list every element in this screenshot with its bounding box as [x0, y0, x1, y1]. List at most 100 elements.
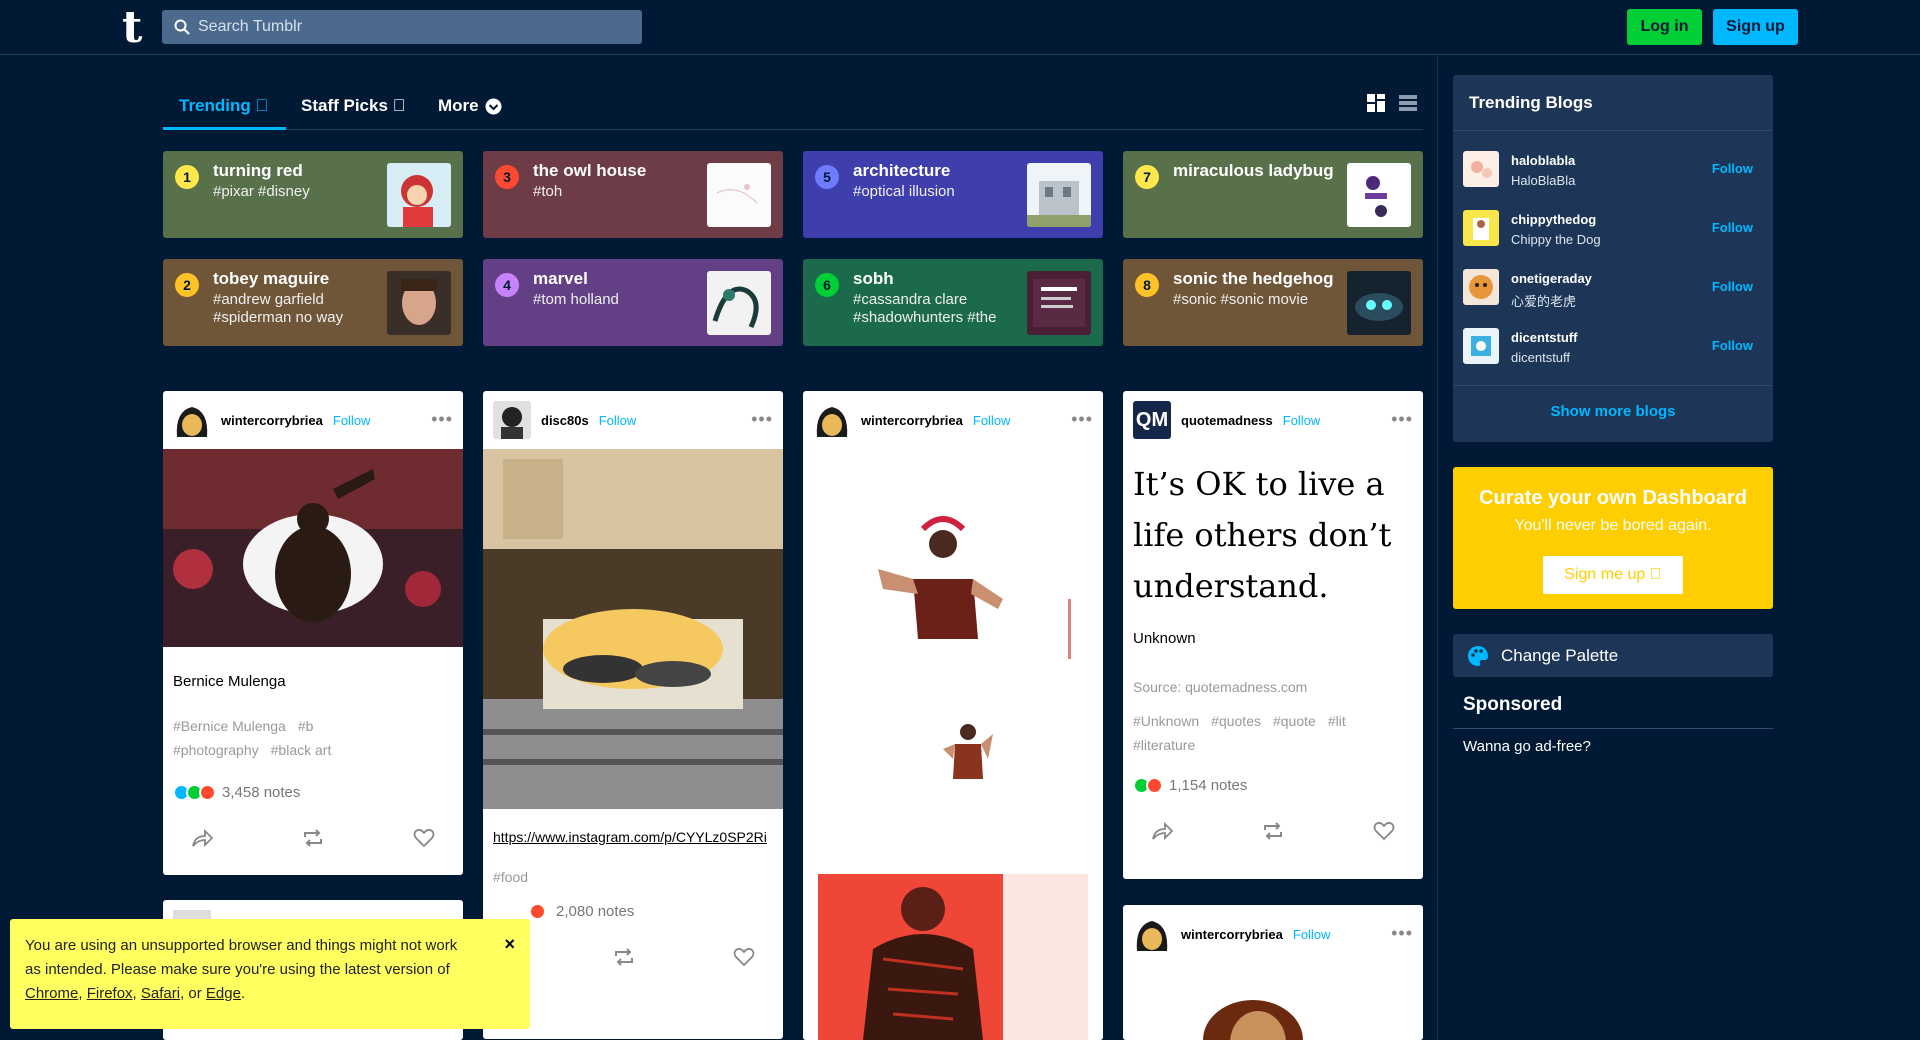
list-view-icon[interactable]	[1399, 94, 1417, 112]
follow-button[interactable]: Follow	[1293, 927, 1331, 942]
reblog-icon[interactable]	[613, 947, 635, 967]
avatar[interactable]	[493, 401, 531, 439]
tab-trending[interactable]: Trending ⃞	[179, 96, 268, 116]
trend-card-5[interactable]: 5 architecture #optical illusion	[803, 151, 1103, 238]
sign-me-up-button[interactable]: Sign me up ⃞	[1543, 556, 1683, 594]
follow-button[interactable]: Follow	[1712, 279, 1753, 294]
edge-link[interactable]: Edge	[206, 985, 241, 1002]
trend-card-4[interactable]: 4 marvel #tom holland	[483, 259, 783, 346]
tag[interactable]: #quote	[1273, 713, 1316, 729]
tumblr-logo[interactable]: t	[122, 6, 142, 50]
follow-button[interactable]: Follow	[1712, 220, 1753, 235]
like-icon[interactable]	[413, 828, 435, 848]
separator: ,	[78, 985, 87, 1002]
search-input[interactable]: Search Tumblr	[162, 10, 642, 44]
post-link[interactable]: https://www.instagram.com/p/CYYLz0SP2Ri	[483, 825, 783, 849]
like-icon[interactable]	[733, 947, 755, 967]
more-options-icon[interactable]: •••	[751, 409, 773, 430]
tag[interactable]: #b	[298, 718, 314, 734]
post-username[interactable]: wintercorrybriea	[221, 413, 323, 428]
signup-button[interactable]: Sign up	[1713, 9, 1798, 45]
tag[interactable]: #Bernice Mulenga	[173, 718, 286, 734]
tab-more-label: More	[438, 96, 479, 115]
avatar[interactable]	[1463, 328, 1499, 364]
firefox-link[interactable]: Firefox	[87, 985, 133, 1002]
post-tags: #Bernice Mulenga #b #photography #black ar…	[163, 714, 463, 762]
ad-free-link[interactable]: Wanna go ad-free?	[1463, 738, 1591, 755]
follow-button[interactable]: Follow	[1712, 338, 1753, 353]
reblog-icon[interactable]	[302, 828, 324, 848]
rank-badge: 3	[495, 165, 519, 189]
trend-tags: #cassandra clare #shadowhunters #the	[853, 291, 997, 326]
chrome-link[interactable]: Chrome	[25, 985, 78, 1002]
avatar[interactable]	[1463, 210, 1499, 246]
tab-more[interactable]: More	[438, 96, 502, 116]
safari-link[interactable]: Safari	[141, 985, 180, 1002]
post-notes[interactable]: 3,458 notes	[163, 784, 463, 801]
post-tags: #food	[483, 865, 783, 889]
grid-view-icon[interactable]	[1367, 94, 1385, 112]
unsupported-browser-banner: You are using an unsupported browser and…	[10, 919, 530, 1029]
blog-row[interactable]: chippythedog Chippy the Dog Follow	[1463, 206, 1763, 250]
palette-label: Change Palette	[1501, 645, 1619, 665]
reblog-icon[interactable]	[1262, 821, 1284, 841]
blog-row[interactable]: haloblabla HaloBlaBla Follow	[1463, 147, 1763, 191]
trend-card-8[interactable]: 8 sonic the hedgehog #sonic #sonic movie	[1123, 259, 1423, 346]
tag[interactable]: #literature	[1133, 737, 1195, 753]
post-notes[interactable]: 1,154 notes	[1123, 777, 1423, 794]
tag[interactable]: #food	[493, 869, 528, 885]
post-card: QM quotemadness Follow ••• It’s OK to li…	[1123, 391, 1423, 879]
trend-card-7[interactable]: 7 miraculous ladybug	[1123, 151, 1423, 238]
quote-source[interactable]: Source: quotemadness.com	[1123, 675, 1423, 699]
quote-author: Unknown	[1133, 630, 1196, 647]
tab-staff-picks[interactable]: Staff Picks ⃞	[301, 96, 405, 116]
chevron-down-icon	[485, 98, 502, 114]
post-username[interactable]: wintercorrybriea	[861, 413, 963, 428]
more-options-icon[interactable]: •••	[1071, 409, 1093, 430]
post-image	[483, 449, 783, 809]
login-button[interactable]: Log in	[1627, 9, 1702, 45]
more-options-icon[interactable]: •••	[1391, 923, 1413, 944]
search-icon	[174, 19, 190, 35]
tag[interactable]: #photography	[173, 742, 259, 758]
avatar[interactable]: QM	[1133, 401, 1171, 439]
close-icon[interactable]: ×	[504, 932, 515, 956]
more-options-icon[interactable]: •••	[431, 409, 453, 430]
avatar[interactable]	[173, 401, 211, 439]
trend-card-1[interactable]: 1 turning red #pixar #disney	[163, 151, 463, 238]
note-icons	[1133, 777, 1163, 794]
blog-row[interactable]: onetigeraday 心爱的老虎 Follow	[1463, 265, 1763, 309]
post-username[interactable]: quotemadness	[1181, 413, 1273, 428]
tag[interactable]: #Unknown	[1133, 713, 1199, 729]
post-header: QM quotemadness Follow •••	[1123, 391, 1423, 449]
avatar[interactable]	[813, 401, 851, 439]
avatar[interactable]	[1463, 151, 1499, 187]
tag[interactable]: #black art	[271, 742, 332, 758]
follow-button[interactable]: Follow	[1712, 161, 1753, 176]
post-actions	[163, 813, 463, 863]
trend-card-3[interactable]: 3 the owl house #toh	[483, 151, 783, 238]
tag[interactable]: #quotes	[1211, 713, 1261, 729]
blog-name: dicentstuff	[1511, 330, 1578, 345]
blog-row[interactable]: dicentstuff dicentstuff Follow	[1463, 324, 1763, 368]
more-options-icon[interactable]: •••	[1391, 409, 1413, 430]
post-notes[interactable]: 2,080 notes	[483, 903, 783, 920]
post-card: wintercorrybriea Follow ••• Bernice Mule…	[163, 391, 463, 875]
post-username[interactable]: disc80s	[541, 413, 589, 428]
trend-card-2[interactable]: 2 tobey maguire #andrew garfield #spider…	[163, 259, 463, 346]
tag[interactable]: #lit	[1328, 713, 1346, 729]
follow-button[interactable]: Follow	[333, 413, 371, 428]
avatar[interactable]	[1463, 269, 1499, 305]
show-more-blogs-link[interactable]: Show more blogs	[1453, 403, 1773, 420]
follow-button[interactable]: Follow	[973, 413, 1011, 428]
trend-thumbnail	[387, 163, 451, 227]
post-username[interactable]: wintercorrybriea	[1181, 927, 1283, 942]
share-icon[interactable]	[191, 828, 213, 848]
change-palette-button[interactable]: Change Palette	[1453, 634, 1773, 677]
like-icon[interactable]	[1373, 821, 1395, 841]
follow-button[interactable]: Follow	[1283, 413, 1321, 428]
share-icon[interactable]	[1151, 821, 1173, 841]
trend-card-6[interactable]: 6 sobh #cassandra clare #shadowhunters #…	[803, 259, 1103, 346]
follow-button[interactable]: Follow	[599, 413, 637, 428]
avatar[interactable]	[1133, 915, 1171, 953]
